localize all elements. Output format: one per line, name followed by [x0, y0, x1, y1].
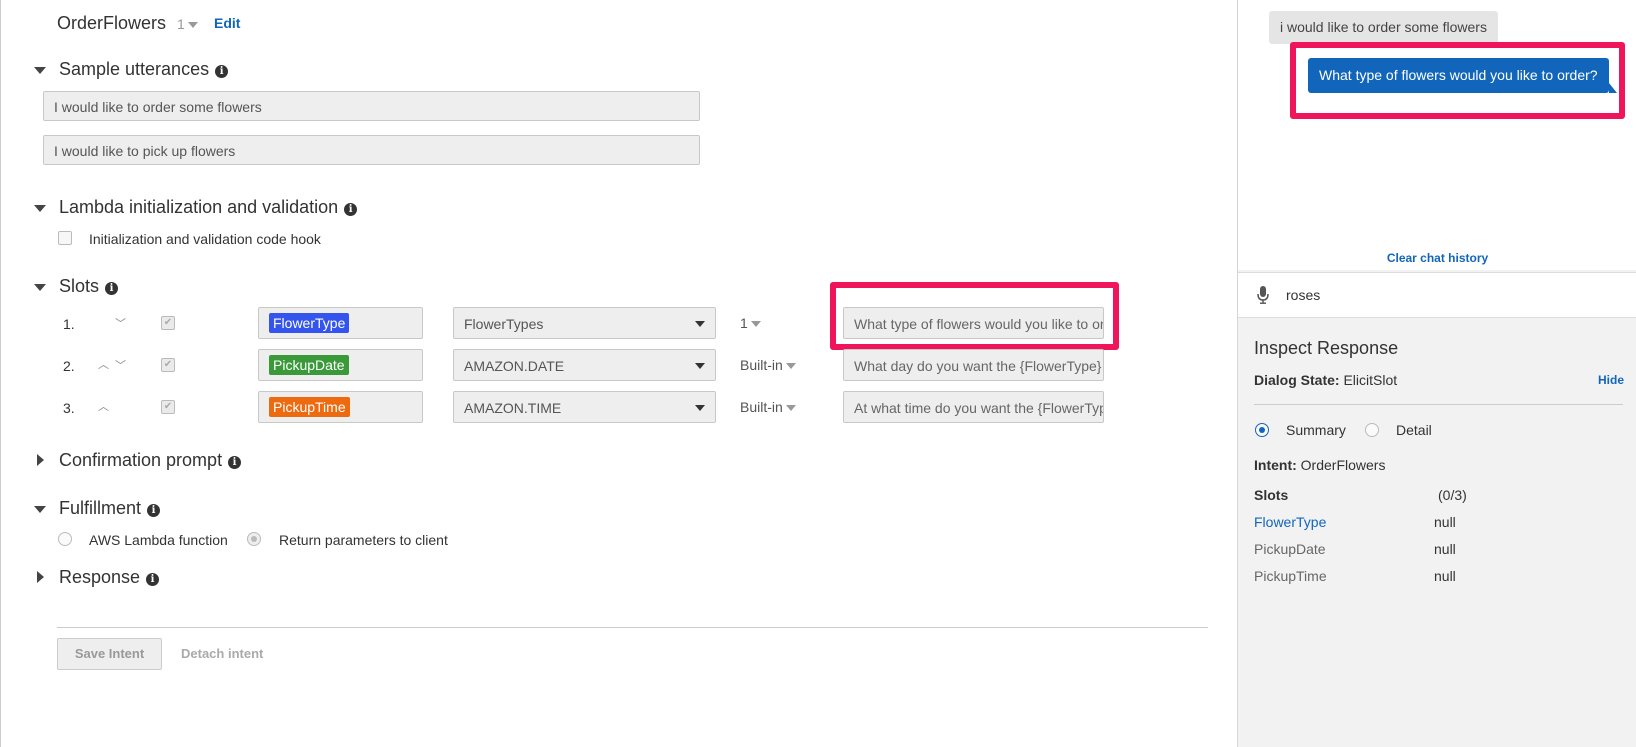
chevron-down-icon	[695, 321, 705, 327]
microphone-icon[interactable]	[1257, 286, 1269, 304]
chevron-down-icon	[750, 321, 761, 328]
section-title-utterances: Sample utterances i	[59, 59, 229, 80]
info-icon[interactable]: i	[344, 203, 358, 216]
code-hook-label: Initialization and validation code hook	[89, 231, 321, 247]
summary-radio[interactable]	[1255, 423, 1269, 437]
return-params-radio[interactable]	[247, 532, 261, 546]
chevron-down-icon	[695, 405, 705, 411]
slot-version-select[interactable]: 1	[740, 315, 761, 331]
version-value: 1	[177, 16, 185, 32]
slot-number: 3.	[63, 400, 75, 416]
dialog-state: Dialog State: ElicitSlot	[1254, 372, 1398, 388]
collapse-toggle-slots[interactable]	[34, 284, 46, 291]
required-checkbox[interactable]: ✔	[161, 358, 175, 372]
move-down-icon[interactable]: ﹀	[115, 357, 126, 373]
slot-type-select[interactable]: FlowerTypes	[453, 307, 716, 339]
version-select[interactable]: 1	[177, 16, 198, 32]
intent-info: Intent: OrderFlowers	[1254, 457, 1386, 473]
slot-name-field[interactable]: FlowerType	[258, 307, 423, 339]
collapse-toggle-lambda[interactable]	[34, 205, 46, 212]
chevron-down-icon	[695, 363, 705, 369]
slot-type-value: FlowerTypes	[464, 316, 544, 332]
lambda-function-label: AWS Lambda function	[89, 532, 228, 548]
slot-name-tag: PickupDate	[269, 355, 349, 375]
info-icon[interactable]: i	[228, 456, 242, 469]
slot-version-select[interactable]: Built-in	[740, 357, 796, 373]
section-title-fulfillment: Fulfillment i	[59, 498, 161, 519]
info-icon[interactable]: i	[105, 282, 119, 295]
edit-link[interactable]: Edit	[214, 15, 240, 31]
section-title-confirmation: Confirmation prompt i	[59, 450, 242, 471]
slot-type-value: AMAZON.TIME	[464, 400, 562, 416]
slot-type-select[interactable]: AMAZON.TIME	[453, 391, 716, 423]
slot-value: null	[1434, 514, 1456, 530]
utterance-input[interactable]: I would like to order some flowers	[43, 91, 700, 121]
test-bot-panel: i would like to order some flowers What …	[1237, 0, 1636, 747]
return-params-label: Return parameters to client	[279, 532, 448, 548]
hide-link[interactable]: Hide	[1598, 373, 1624, 387]
summary-label: Summary	[1286, 422, 1346, 438]
slot-value: null	[1434, 541, 1456, 557]
code-hook-checkbox[interactable]	[58, 231, 72, 245]
slot-name-field[interactable]: PickupDate	[258, 349, 423, 381]
slot-type-select[interactable]: AMAZON.DATE	[453, 349, 716, 381]
slot-name-pickuptime: PickupTime	[1254, 568, 1327, 584]
move-down-icon[interactable]: ﹀	[115, 315, 126, 331]
move-up-icon[interactable]: ︿	[98, 356, 109, 372]
chat-input[interactable]: roses	[1286, 287, 1320, 303]
intent-title: OrderFlowers	[57, 13, 167, 33]
chat-input-area: roses	[1238, 272, 1636, 318]
slot-name-pickupdate: PickupDate	[1254, 541, 1326, 557]
required-checkbox[interactable]: ✔	[161, 316, 175, 330]
inspect-response-title: Inspect Response	[1254, 338, 1399, 358]
expand-toggle-response[interactable]	[37, 571, 44, 583]
save-intent-button[interactable]: Save Intent	[57, 638, 162, 670]
lambda-function-radio[interactable]	[58, 532, 72, 546]
info-icon[interactable]: i	[215, 65, 229, 78]
section-title-response: Response i	[59, 567, 160, 588]
intent-value: OrderFlowers	[1300, 457, 1386, 473]
info-icon[interactable]: i	[147, 504, 161, 517]
bot-message: What type of flowers would you like to o…	[1308, 58, 1617, 93]
detail-label: Detail	[1396, 422, 1432, 438]
slot-prompt-input[interactable]: What day do you want the {FlowerType} to…	[843, 349, 1104, 381]
section-title-lambda: Lambda initialization and validation i	[59, 197, 358, 218]
slot-prompt-input[interactable]: At what time do you want the {FlowerType…	[843, 391, 1104, 423]
section-title-slots: Slots i	[59, 276, 119, 297]
footer-divider	[57, 627, 1208, 628]
slots-header: Slots	[1254, 487, 1289, 503]
slot-number: 1.	[63, 316, 75, 332]
required-checkbox[interactable]: ✔	[161, 400, 175, 414]
slot-name-tag: PickupTime	[269, 397, 350, 417]
chat-history: i would like to order some flowers What …	[1238, 0, 1636, 270]
info-icon[interactable]: i	[146, 573, 160, 586]
slot-version-select[interactable]: Built-in	[740, 399, 796, 415]
detach-intent-button[interactable]: Detach intent	[181, 646, 263, 661]
expand-toggle-confirmation[interactable]	[37, 454, 44, 466]
dialog-state-value: ElicitSlot	[1343, 372, 1398, 388]
chevron-down-icon	[785, 363, 796, 370]
slot-name-flowertype[interactable]: FlowerType	[1254, 514, 1326, 530]
slot-prompt-input[interactable]: What type of flowers would you like to o…	[843, 307, 1104, 339]
slot-type-value: AMAZON.DATE	[464, 358, 565, 374]
collapse-toggle-fulfillment[interactable]	[34, 506, 46, 513]
slots-count: (0/3)	[1438, 487, 1467, 503]
inspect-divider	[1254, 404, 1623, 405]
chevron-down-icon	[785, 405, 796, 412]
detail-radio[interactable]	[1365, 423, 1379, 437]
utterance-input[interactable]: I would like to pick up flowers	[43, 135, 700, 165]
chevron-down-icon	[187, 22, 198, 29]
slot-name-tag: FlowerType	[269, 313, 350, 333]
slot-number: 2.	[63, 358, 75, 374]
intent-editor: OrderFlowers 1 Edit Sample utterances i I…	[0, 0, 1237, 747]
move-up-icon[interactable]: ︿	[98, 398, 109, 414]
user-message: i would like to order some flowers	[1269, 11, 1498, 44]
collapse-toggle-utterances[interactable]	[34, 67, 46, 74]
slot-name-field[interactable]: PickupTime	[258, 391, 423, 423]
clear-chat-link[interactable]: Clear chat history	[1238, 251, 1636, 265]
slot-value: null	[1434, 568, 1456, 584]
